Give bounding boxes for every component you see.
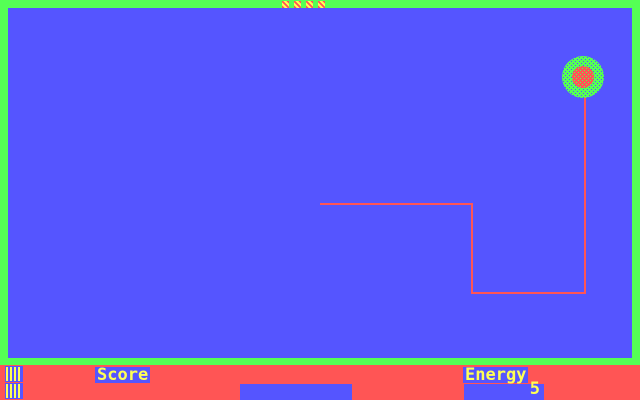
score-label: Score <box>95 365 151 385</box>
score-display <box>240 384 352 400</box>
top-markers <box>280 0 328 8</box>
player-orb-icon <box>562 56 604 98</box>
top-marker <box>318 1 325 8</box>
energy-display: 5 <box>464 379 544 400</box>
energy-label: Energy <box>463 365 529 385</box>
energy-value: 5 <box>529 379 540 399</box>
life-icon <box>5 383 23 399</box>
top-marker <box>282 1 289 8</box>
status-bar: Score Energy 5 <box>0 365 640 400</box>
top-marker <box>306 1 313 8</box>
playfield <box>8 8 632 358</box>
life-icon <box>5 366 23 382</box>
player-orb <box>561 55 605 99</box>
top-marker <box>294 1 301 8</box>
